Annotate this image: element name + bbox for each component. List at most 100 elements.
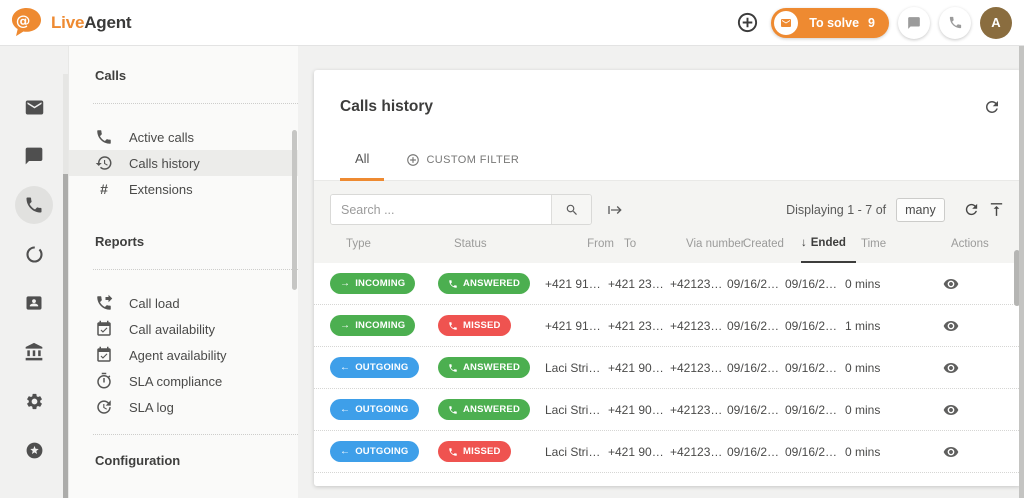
ring-icon [24,244,45,265]
direction-arrow-icon: → [340,279,350,289]
via-number-cell: +42123… [670,445,727,459]
page-scrollbar[interactable] [1019,46,1024,498]
direction-arrow-icon: → [340,321,350,331]
search-input[interactable] [331,195,551,224]
sidebar-item-label: Extensions [129,182,193,197]
actions-cell [925,444,1005,460]
sidebar-item-sla-compliance[interactable]: SLA compliance [69,368,298,394]
star-circle-icon [25,441,44,460]
rail-starred-button[interactable] [15,431,53,469]
tab-all[interactable]: All [340,151,384,181]
sidebar-item-agent-availability[interactable]: Agent availability [69,342,298,368]
tab-custom-filter[interactable]: CUSTOM FILTER [406,153,519,180]
direction-arrow-icon: ← [340,405,350,415]
eye-icon [943,360,959,376]
sidebar-item-sla-log[interactable]: SLA log [69,394,298,420]
rail-settings-button[interactable] [15,382,53,420]
mail-icon [24,97,45,118]
type-cell: →INCOMING [330,315,438,336]
call-direction-badge: →INCOMING [330,273,415,294]
table-row[interactable]: →INCOMING ANSWERED +421 91… +421 23… +42… [314,263,1021,305]
from-cell: Laci Stri… [545,361,608,375]
created-cell: 09/16/2… [727,319,785,333]
plus-circle-icon [736,11,759,34]
start-arrow-icon [607,202,623,218]
liveagent-logo[interactable]: LiveAgent [10,7,131,38]
refresh-list-button[interactable] [963,201,980,218]
user-avatar[interactable]: A [980,7,1012,39]
to-cell: +421 90… [608,361,670,375]
call-status-badge: ANSWERED [438,357,530,378]
column-header-via-number[interactable]: Via number [686,225,743,263]
column-header-status[interactable]: Status [454,225,561,263]
forward-filter-button[interactable] [607,202,623,218]
phone-icon [448,447,458,457]
sidebar-item-active-calls[interactable]: Active calls [69,124,298,150]
phone-icon [448,363,458,373]
phone-icon [448,405,458,415]
sidebar-scrollbar-thumb[interactable] [292,130,297,290]
divider [93,434,298,435]
rail-chats-button[interactable] [15,137,53,175]
call-status-badge: ANSWERED [438,273,530,294]
refresh-icon [963,201,980,218]
table-row[interactable]: →INCOMING MISSED +421 91… +421 23… +4212… [314,305,1021,347]
rail-tickets-button[interactable] [15,88,53,126]
type-cell: ←OUTGOING [330,357,438,378]
gear-icon [25,392,44,411]
sidebar-item-call-load[interactable]: Call load [69,290,298,316]
from-cell: +421 91… [545,319,608,333]
column-header-to[interactable]: To [624,225,686,263]
rail-calls-button[interactable] [15,186,53,224]
liveagent-bubble-icon [10,7,43,38]
view-call-button[interactable] [939,402,963,418]
sidebar-item-call-availability[interactable]: Call availability [69,316,298,342]
eye-icon [943,402,959,418]
created-cell: 09/16/2… [727,361,785,375]
refresh-icon [983,98,1001,116]
view-call-button[interactable] [939,360,963,376]
add-new-button[interactable] [732,8,762,38]
calls-button[interactable] [939,7,971,39]
table-row[interactable]: ←OUTGOING ANSWERED Laci Stri… +421 90… +… [314,347,1021,389]
chats-button[interactable] [898,7,930,39]
status-cell: ANSWERED [438,273,545,294]
column-header-ended[interactable]: ↓ Ended [801,225,861,263]
column-header-from[interactable]: From [561,225,624,263]
column-header-type[interactable]: Type [346,225,454,263]
sidebar-item-label: Calls history [129,156,200,171]
actions-cell [925,402,1005,418]
status-cell: MISSED [438,315,545,336]
type-cell: ←OUTGOING [330,399,438,420]
column-header-created[interactable]: Created [743,225,801,263]
time-cell: 0 mins [845,403,925,417]
sidebar-item-extensions[interactable]: # Extensions [69,176,298,202]
sidebar-item-label: Active calls [129,130,194,145]
sidebar-item-label: SLA compliance [129,374,222,389]
chat-bubble-icon [24,146,44,166]
view-call-button[interactable] [939,444,963,460]
update-clock-icon [95,398,113,416]
actions-cell [925,276,1005,292]
to-cell: +421 23… [608,277,670,291]
rail-company-button[interactable] [15,333,53,371]
column-header-time[interactable]: Time [861,225,941,263]
ended-cell: 09/16/2… [785,319,845,333]
eye-icon [943,318,959,334]
calls-menu-sidebar: Calls Active calls Calls history # Exten… [68,46,298,498]
rail-social-button[interactable] [15,235,53,273]
to-solve-button[interactable]: To solve 9 [771,8,889,38]
search-button[interactable] [551,195,591,224]
total-count-box[interactable]: many [896,198,945,222]
table-row[interactable]: ←OUTGOING ANSWERED Laci Stri… +421 90… +… [314,389,1021,431]
rail-contacts-button[interactable] [15,284,53,322]
sidebar-item-calls-history[interactable]: Calls history [69,150,298,176]
refresh-panel-button[interactable] [983,98,1001,121]
phone-icon [448,321,458,331]
view-call-button[interactable] [939,276,963,292]
view-call-button[interactable] [939,318,963,334]
table-row[interactable]: ←OUTGOING MISSED Laci Stri… +421 90… +42… [314,431,1021,473]
via-number-cell: +42123… [670,361,727,375]
scroll-to-top-button[interactable] [988,201,1005,218]
column-header-actions: Actions [941,225,989,263]
